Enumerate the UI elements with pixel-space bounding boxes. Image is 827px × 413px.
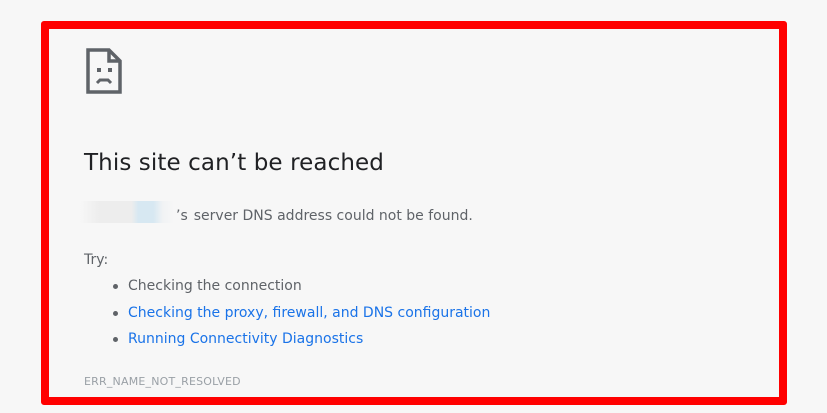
page-title: This site can’t be reached xyxy=(84,150,384,176)
highlight-frame: This site can’t be reached ’s server DNS … xyxy=(41,21,787,405)
suggestion-run-diagnostics[interactable]: Running Connectivity Diagnostics xyxy=(84,329,490,356)
suggestion-check-connection: Checking the connection xyxy=(84,276,490,303)
bullet-icon xyxy=(113,284,118,289)
suggestion-label: Checking the connection xyxy=(128,278,302,294)
try-label: Try: xyxy=(84,252,109,268)
suggestion-check-proxy-firewall-dns[interactable]: Checking the proxy, firewall, and DNS co… xyxy=(84,303,490,330)
check-proxy-firewall-dns-link[interactable]: Checking the proxy, firewall, and DNS co… xyxy=(128,305,490,321)
bullet-icon xyxy=(113,310,118,316)
error-message-text: server DNS address could not be found. xyxy=(193,208,473,224)
error-message: ’s server DNS address could not be found. xyxy=(176,208,473,224)
redacted-site-name xyxy=(80,201,174,223)
error-code: ERR_NAME_NOT_RESOLVED xyxy=(84,375,241,388)
possessive-suffix: ’s xyxy=(176,208,188,224)
sad-document-icon xyxy=(86,48,122,94)
bullet-icon xyxy=(113,337,118,342)
suggestion-list: Checking the connection Checking the pro… xyxy=(84,276,490,356)
run-connectivity-diagnostics-link[interactable]: Running Connectivity Diagnostics xyxy=(128,331,363,347)
error-page: This site can’t be reached ’s server DNS … xyxy=(49,29,779,397)
